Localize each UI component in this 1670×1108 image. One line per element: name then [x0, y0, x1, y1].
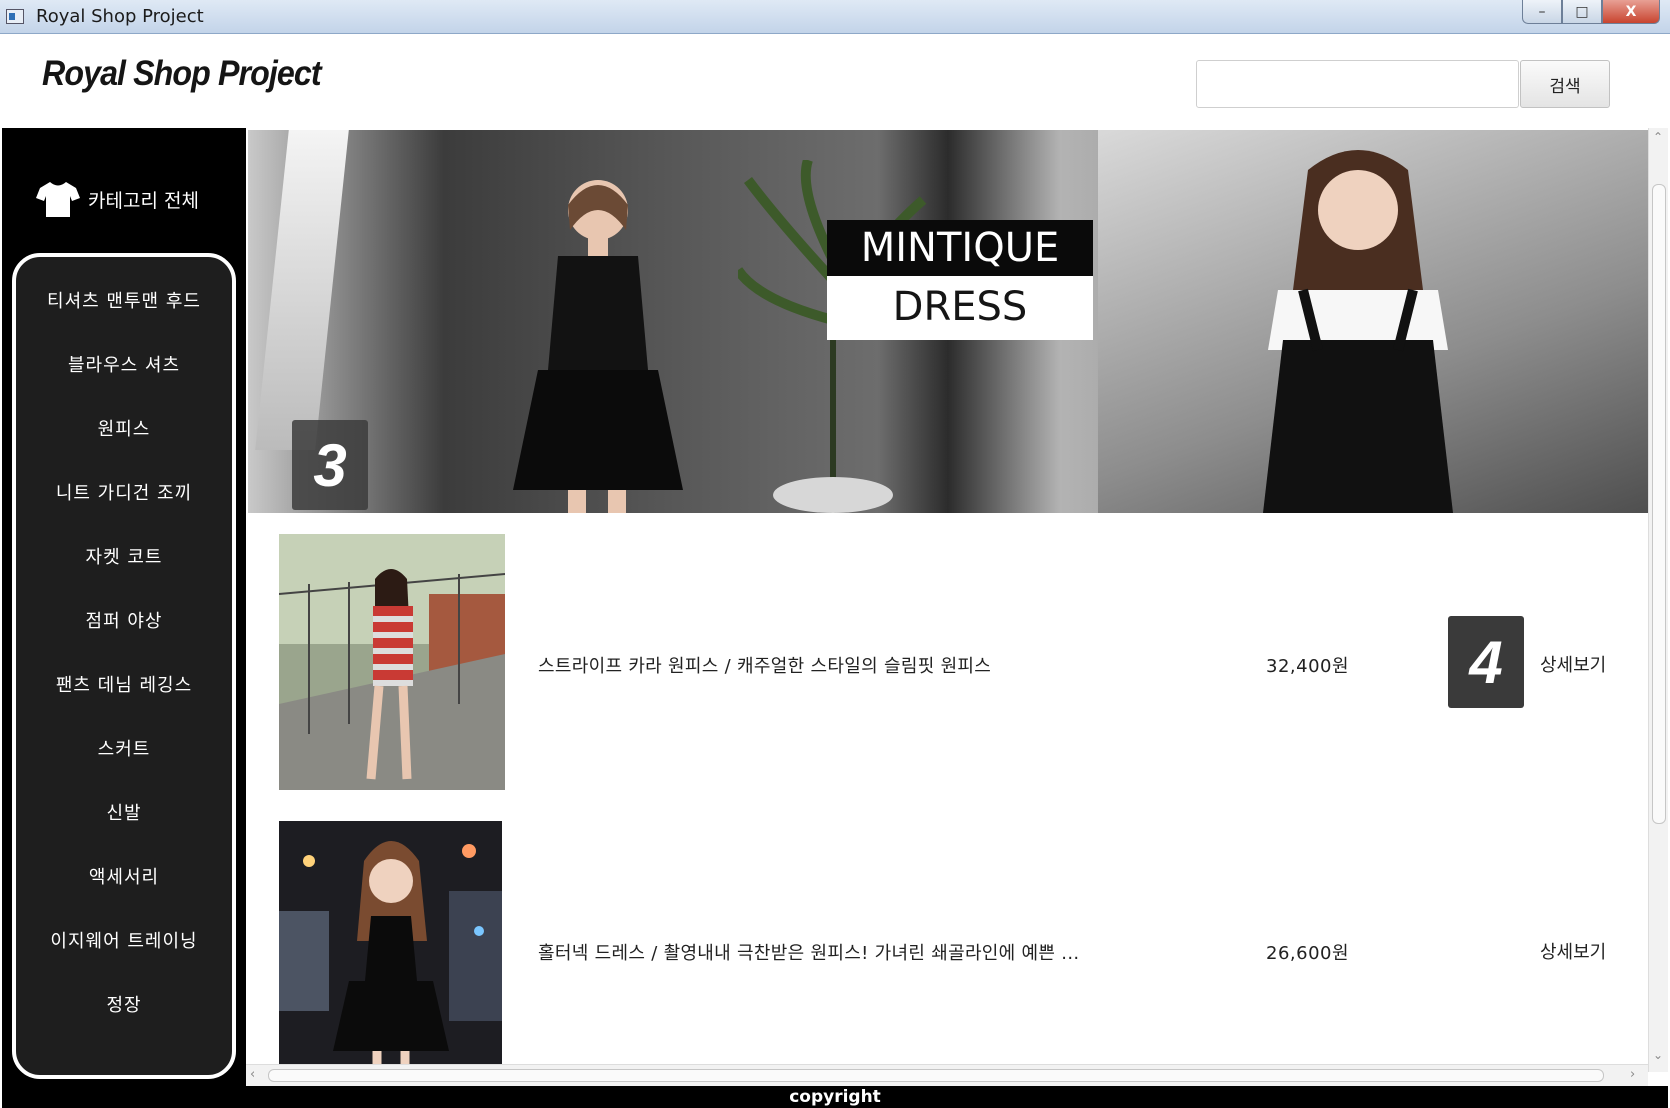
search-button[interactable]: 검색 [1520, 60, 1610, 108]
horizontal-scrollbar[interactable]: ‹ › [246, 1064, 1648, 1086]
close-icon: X [1625, 3, 1637, 20]
app-header: Royal Shop Project 검색 [2, 36, 1668, 128]
footer-copyright: copyright [2, 1086, 1668, 1108]
product-row: 스트라이프 카라 원피스 / 캐주얼한 스타일의 슬림핏 원피스 32,400원… [246, 534, 1646, 796]
search-input[interactable] [1196, 60, 1519, 108]
sidebar-item-suit[interactable]: 정장 [16, 991, 232, 1017]
banner-model-left-image [513, 180, 683, 513]
main-content: MINTIQUE DRESS 3 스트라이프 카라 원피스 / 캐주얼한 스타일… [246, 128, 1648, 1072]
close-button[interactable]: X [1602, 0, 1660, 24]
window-controls: – □ X [1522, 0, 1660, 24]
banner-step-badge: 3 [292, 420, 368, 510]
banner-brand-label: MINTIQUE DRESS [827, 220, 1093, 340]
product-detail-link[interactable]: 상세보기 [1540, 651, 1606, 677]
window-titlebar: Royal Shop Project – □ X [0, 0, 1670, 34]
scroll-down-icon[interactable]: ⌄ [1653, 1048, 1663, 1062]
maximize-icon: □ [1575, 3, 1589, 20]
sidebar-item-onepiece[interactable]: 원피스 [16, 415, 232, 441]
product-name[interactable]: 스트라이프 카라 원피스 / 캐주얼한 스타일의 슬림핏 원피스 [538, 652, 991, 678]
horizontal-scroll-thumb[interactable] [268, 1069, 1604, 1082]
product-price: 26,600원 [1266, 943, 1350, 964]
shop-logo[interactable]: Royal Shop Project [42, 54, 322, 94]
scroll-up-icon[interactable]: ⌃ [1653, 130, 1663, 144]
tshirt-icon [36, 182, 80, 217]
promo-banner[interactable]: MINTIQUE DRESS 3 [248, 130, 1648, 513]
sidebar-item-accessory[interactable]: 액세서리 [16, 863, 232, 889]
scroll-left-icon[interactable]: ‹ [250, 1067, 255, 1082]
product-row: 홀터넥 드레스 / 촬영내내 극찬받은 원피스! 가녀린 쇄골라인에 예쁜 ..… [246, 821, 1646, 1072]
category-all-label: 카테고리 전체 [88, 189, 199, 212]
minimize-icon: – [1538, 3, 1546, 20]
scroll-right-icon[interactable]: › [1630, 1067, 1635, 1082]
product-name[interactable]: 홀터넥 드레스 / 촬영내내 극찬받은 원피스! 가녀린 쇄골라인에 예쁜 ..… [538, 939, 1079, 965]
sidebar-item-jacket[interactable]: 자켓 코트 [16, 543, 232, 569]
vertical-scrollbar[interactable]: ⌃ ⌄ [1648, 128, 1668, 1072]
sidebar-item-skirt[interactable]: 스커트 [16, 735, 232, 761]
sidebar-item-easywear[interactable]: 이지웨어 트레이닝 [16, 927, 232, 953]
sidebar-item-shoes[interactable]: 신발 [16, 799, 232, 825]
app-window-icon [6, 9, 24, 24]
sidebar-item-pants[interactable]: 팬츠 데님 레깅스 [16, 671, 232, 697]
sidebar-item-jumper[interactable]: 점퍼 야상 [16, 607, 232, 633]
minimize-button[interactable]: – [1522, 0, 1562, 24]
banner-brand-line1: MINTIQUE [827, 220, 1093, 276]
maximize-button[interactable]: □ [1562, 0, 1602, 24]
sidebar-item-knit[interactable]: 니트 가디건 조끼 [16, 479, 232, 505]
product-detail-link[interactable]: 상세보기 [1540, 938, 1606, 964]
category-all-button[interactable]: 카테고리 전체 [36, 180, 199, 218]
banner-brand-line2: DRESS [827, 276, 1093, 340]
sidebar-item-blouse[interactable]: 블라우스 셔츠 [16, 351, 232, 377]
window-title: Royal Shop Project [36, 6, 204, 27]
product-image[interactable] [279, 534, 505, 790]
product-price: 32,400원 [1266, 656, 1350, 677]
vertical-scroll-thumb[interactable] [1652, 184, 1666, 824]
category-sidebar: 카테고리 전체 티셔츠 맨투맨 후드 블라우스 셔츠 원피스 니트 가디건 조끼… [2, 128, 246, 1086]
banner-window-light [255, 130, 349, 450]
product-step-badge: 4 [1448, 616, 1524, 708]
product-image[interactable] [279, 821, 502, 1072]
sidebar-item-tshirts[interactable]: 티셔츠 맨투맨 후드 [16, 287, 232, 313]
banner-model-right-image [1263, 150, 1453, 513]
category-menu: 티셔츠 맨투맨 후드 블라우스 셔츠 원피스 니트 가디건 조끼 자켓 코트 점… [12, 253, 236, 1079]
